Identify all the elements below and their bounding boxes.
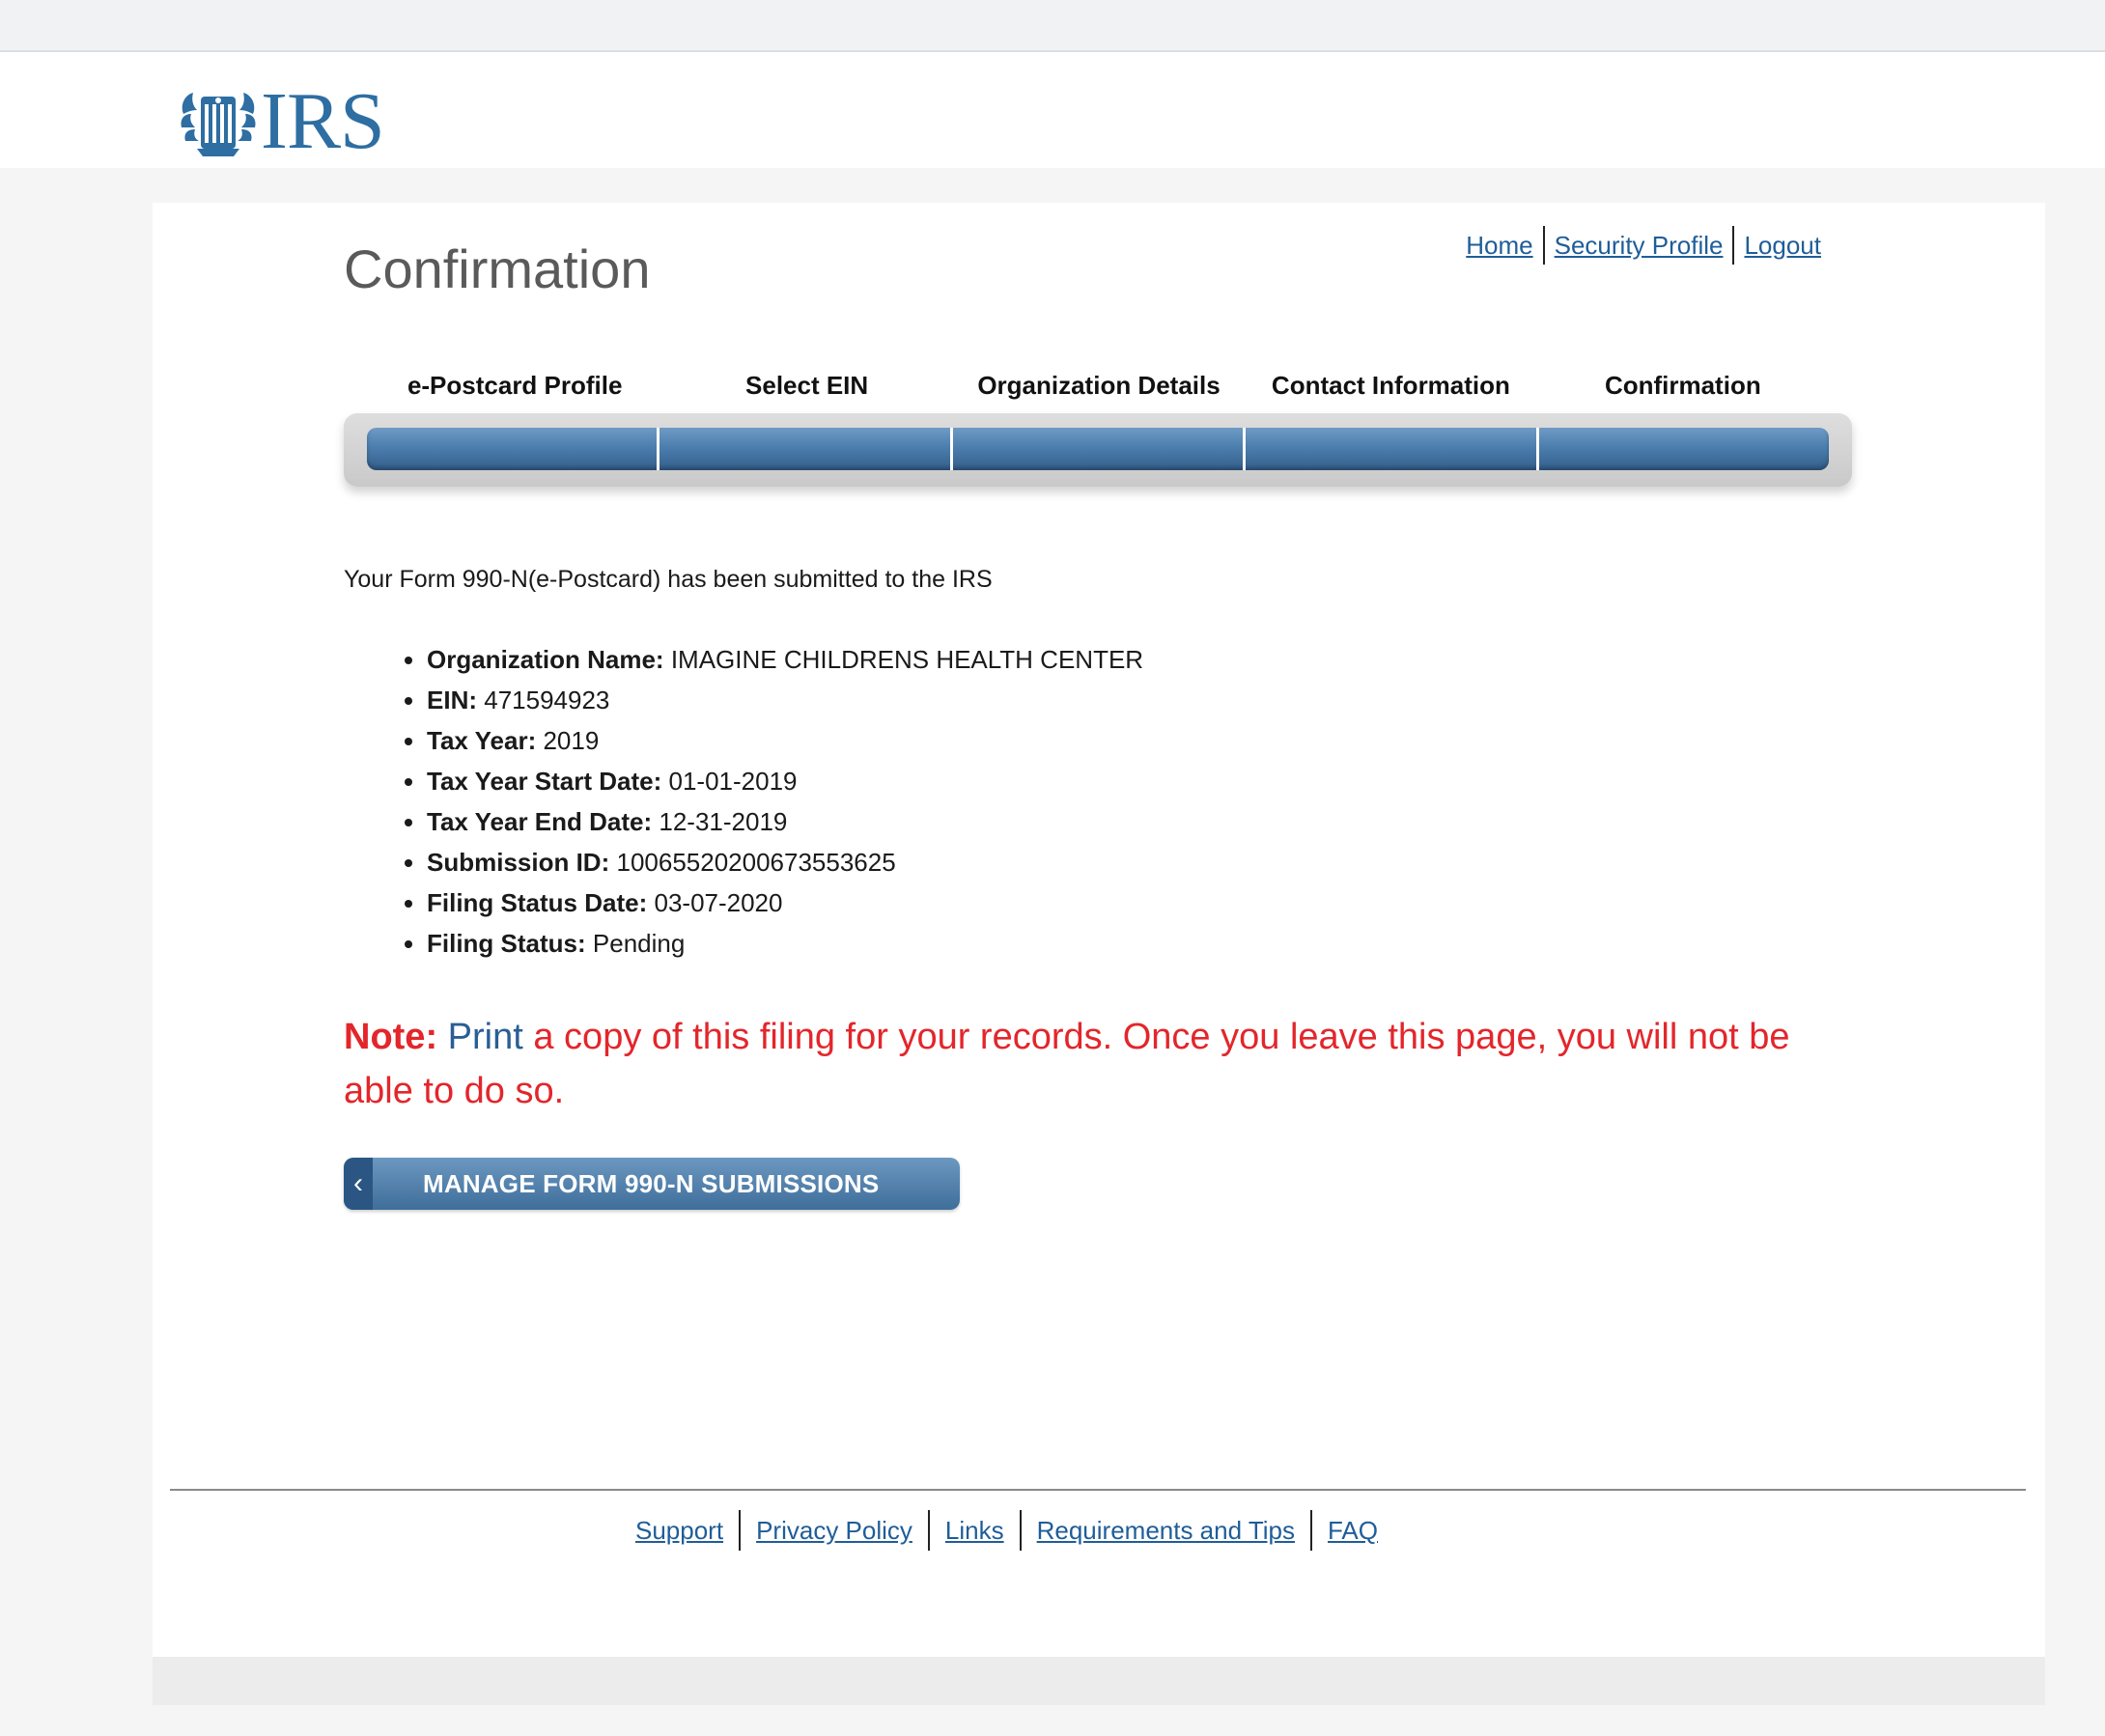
detail-label: Tax Year: — [427, 726, 537, 755]
footer-separator — [927, 1510, 930, 1551]
page-title: Confirmation — [344, 238, 651, 299]
detail-ein: EIN: 471594923 — [427, 680, 1143, 720]
filing-details-list: Organization Name: IMAGINE CHILDRENS HEA… — [344, 639, 1143, 964]
progress-segment — [367, 428, 660, 470]
requirements-and-tips-link[interactable]: Requirements and Tips — [1037, 1516, 1295, 1546]
step-confirmation: Confirmation — [1604, 371, 1761, 400]
privacy-policy-link[interactable]: Privacy Policy — [756, 1516, 912, 1546]
logout-link[interactable]: Logout — [1744, 231, 1821, 261]
submission-message: Your Form 990-N(e-Postcard) has been sub… — [344, 566, 993, 593]
detail-tax-year-end-date: Tax Year End Date: 12-31-2019 — [427, 801, 1143, 842]
detail-value: 01-01-2019 — [668, 767, 798, 796]
footer-separator — [1309, 1510, 1312, 1551]
detail-tax-year-start-date: Tax Year Start Date: 01-01-2019 — [427, 761, 1143, 801]
note-label: Note: — [344, 1017, 438, 1057]
step-e-postcard-profile: e-Postcard Profile — [407, 371, 623, 400]
detail-value: 471594923 — [484, 686, 610, 714]
detail-value: Pending — [592, 929, 686, 958]
detail-value: 10065520200673553625 — [616, 848, 896, 877]
detail-label: Filing Status: — [427, 929, 586, 958]
faq-link[interactable]: FAQ — [1328, 1516, 1378, 1546]
irs-logo[interactable]: IRS — [178, 76, 385, 166]
step-contact-information: Contact Information — [1271, 371, 1510, 400]
print-link[interactable]: Print — [448, 1017, 523, 1057]
progress-segment — [953, 428, 1247, 470]
detail-value: 12-31-2019 — [659, 807, 788, 836]
progress-segment — [660, 428, 953, 470]
detail-label: Filing Status Date: — [427, 888, 648, 917]
footer-separator — [1019, 1510, 1022, 1551]
nav-separator — [1542, 226, 1545, 265]
footer-nav: Support Privacy Policy Links Requirement… — [635, 1510, 1378, 1551]
progress-bar — [344, 413, 1852, 487]
nav-separator — [1732, 226, 1735, 265]
detail-submission-id: Submission ID: 10065520200673553625 — [427, 842, 1143, 882]
detail-organization-name: Organization Name: IMAGINE CHILDRENS HEA… — [427, 639, 1143, 680]
support-link[interactable]: Support — [635, 1516, 723, 1546]
note-text: a copy of this filing for your records. … — [344, 1017, 1790, 1111]
footer-separator — [739, 1510, 742, 1551]
home-link[interactable]: Home — [1466, 231, 1532, 261]
card-bottom-bar — [153, 1657, 2045, 1705]
links-link[interactable]: Links — [945, 1516, 1004, 1546]
footer-divider — [170, 1489, 2026, 1491]
step-organization-details: Organization Details — [977, 371, 1221, 400]
irs-logo-text: IRS — [261, 76, 385, 166]
detail-value: IMAGINE CHILDRENS HEALTH CENTER — [670, 645, 1144, 674]
irs-eagle-icon — [181, 93, 256, 156]
browser-top-strip — [0, 0, 2105, 52]
manage-form-990n-submissions-button[interactable]: ‹ MANAGE FORM 990-N SUBMISSIONS — [344, 1158, 960, 1210]
progress-segment — [1539, 428, 1829, 470]
progress-steps: e-Postcard Profile Select EIN Organizati… — [369, 371, 1829, 401]
detail-label: Tax Year Start Date: — [427, 767, 662, 796]
detail-label: EIN: — [427, 686, 477, 714]
detail-tax-year: Tax Year: 2019 — [427, 720, 1143, 761]
chevron-left-icon: ‹ — [344, 1158, 373, 1210]
detail-value: 03-07-2020 — [654, 888, 783, 917]
print-note: Note: Print a copy of this filing for yo… — [344, 1010, 1850, 1118]
detail-value: 2019 — [543, 726, 600, 755]
progress-segment — [1246, 428, 1539, 470]
detail-filing-status-date: Filing Status Date: 03-07-2020 — [427, 882, 1143, 923]
detail-label: Organization Name: — [427, 645, 664, 674]
detail-filing-status: Filing Status: Pending — [427, 923, 1143, 964]
detail-label: Tax Year End Date: — [427, 807, 653, 836]
manage-button-label: MANAGE FORM 990-N SUBMISSIONS — [423, 1168, 880, 1198]
security-profile-link[interactable]: Security Profile — [1555, 231, 1724, 261]
detail-label: Submission ID: — [427, 848, 610, 877]
progress-bar-fill — [367, 428, 1829, 470]
step-select-ein: Select EIN — [745, 371, 869, 400]
account-nav: Home Security Profile Logout — [1466, 226, 1821, 265]
